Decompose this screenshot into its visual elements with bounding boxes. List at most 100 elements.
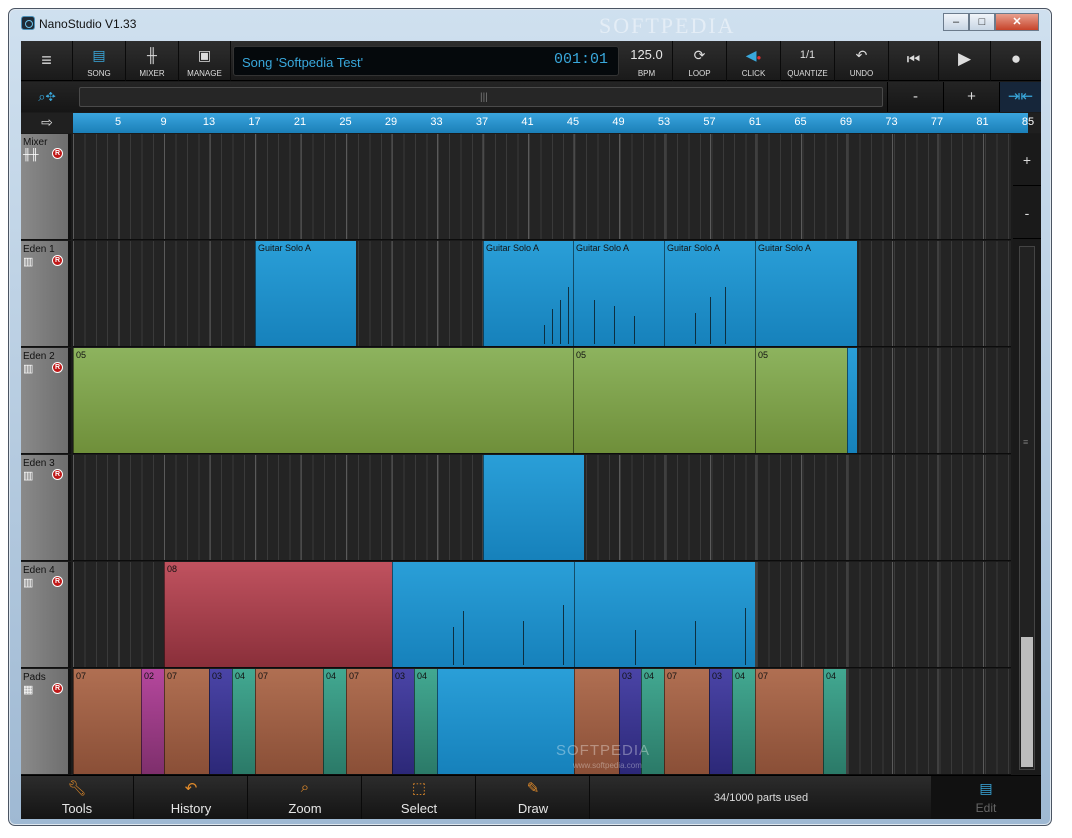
track-header-eden-4[interactable]: Eden 4 ▥ R [21, 562, 71, 668]
lane-mixer[interactable] [73, 134, 1011, 240]
follow-playhead-icon[interactable]: ⇨ [21, 113, 73, 133]
zoom-fit-icon[interactable]: ⌕✥ [21, 82, 73, 112]
lane-pads[interactable]: 07 02 07 03 04 07 04 07 03 04 03 04 07 0… [73, 669, 1011, 775]
part-04[interactable]: 04 [232, 669, 255, 774]
select-button[interactable]: ⬚ Select [363, 776, 476, 819]
record-arm-icon[interactable]: R [52, 148, 63, 159]
part-02[interactable]: 02 [141, 669, 164, 774]
part-07[interactable]: 07 [755, 669, 823, 774]
horizontal-scrollbar[interactable]: ||| [79, 87, 883, 107]
zoom-label: Zoom [288, 801, 322, 816]
note-bars [574, 281, 664, 344]
part-04[interactable]: 04 [414, 669, 437, 774]
timeline-ruler[interactable]: 5 9 13 17 21 25 29 33 37 41 45 49 53 57 61 65 69 73 77 81 85 [73, 113, 1041, 133]
part-selection-edge[interactable] [847, 348, 857, 453]
loop-button[interactable]: ⟳ LOOP [673, 41, 727, 81]
record-arm-icon[interactable]: R [52, 576, 63, 587]
part-03[interactable]: 03 [209, 669, 232, 774]
lane-eden-4[interactable]: 08 [73, 562, 1011, 668]
part-05[interactable]: 05 [73, 348, 573, 453]
lane-eden-1[interactable]: Guitar Solo A Guitar Solo A Guitar Solo … [73, 241, 1011, 347]
skip-back-icon: ⏮ [906, 51, 921, 68]
part-07[interactable]: 07 [73, 669, 141, 774]
manage-button[interactable]: ▣ MANAGE [179, 41, 231, 81]
play-button[interactable]: ▶ [939, 41, 991, 81]
part-pads-blue[interactable] [437, 669, 574, 774]
part-label: 04 [644, 671, 655, 681]
song-display[interactable]: Song 'Softpedia Test' 001:01 [233, 46, 619, 76]
tools-button[interactable]: 🔧︎ Tools [21, 776, 134, 819]
part-guitar-solo-a[interactable]: Guitar Solo A [664, 241, 755, 346]
track-header-mixer[interactable]: Mixer ╫╫ R [21, 134, 71, 240]
quantize-value: 1/1 [799, 49, 816, 61]
part-label: 04 [826, 671, 837, 681]
part-03[interactable]: 03 [392, 669, 414, 774]
song-position: 001:01 [553, 51, 608, 68]
part-07[interactable]: 07 [346, 669, 392, 774]
record-arm-icon[interactable]: R [52, 683, 63, 694]
undo-button[interactable]: ↶ UNDO [835, 41, 889, 81]
part-04[interactable]: 04 [732, 669, 755, 774]
part-05[interactable]: 05 [573, 348, 755, 453]
part-label: 04 [417, 671, 428, 681]
loop-range-icon[interactable]: ⇥⇤ [999, 82, 1041, 112]
part-guitar-solo-a[interactable]: Guitar Solo A [755, 241, 857, 346]
hamburger-icon: ≡ [41, 50, 52, 70]
record-arm-icon[interactable]: R [52, 255, 63, 266]
vertical-scrollbar[interactable]: ≡ [1019, 246, 1035, 770]
part-eden-3[interactable] [483, 455, 584, 560]
part-08[interactable]: 08 [164, 562, 392, 667]
close-button[interactable]: ✕ [995, 13, 1039, 31]
track-header-eden-1[interactable]: Eden 1 ▥ R [21, 241, 71, 347]
vertical-scroll-thumb[interactable] [1021, 637, 1033, 767]
mixer-button[interactable]: ╫ MIXER [126, 41, 179, 81]
song-button[interactable]: ▤ SONG [73, 41, 126, 81]
part-guitar-solo-a[interactable]: Guitar Solo A [255, 241, 356, 346]
track-height-increase-button[interactable]: + [1013, 134, 1041, 186]
maximize-button[interactable]: □ [969, 13, 995, 31]
title-bar: NanoStudio V1.33 SOFTPEDIA – □ ✕ [9, 9, 1051, 38]
select-label: Select [400, 801, 438, 816]
zoom-in-button[interactable]: + [943, 82, 999, 112]
part-guitar-solo-a[interactable]: Guitar Solo A [573, 241, 664, 346]
part-04[interactable]: 04 [323, 669, 346, 774]
part-03[interactable]: 03 [709, 669, 732, 774]
record-button[interactable]: ● [991, 41, 1041, 81]
record-arm-icon[interactable]: R [52, 469, 63, 480]
edit-label: Edit [975, 801, 997, 815]
part-label: 03 [395, 671, 406, 681]
rewind-button[interactable]: ⏮ [889, 41, 939, 81]
edit-button[interactable]: ▤ Edit [931, 776, 1041, 819]
track-header-pads[interactable]: Pads ▦ R [21, 669, 71, 775]
part-07[interactable]: 07 [664, 669, 709, 774]
part-07[interactable]: 07 [255, 669, 323, 774]
part-label: 05 [76, 350, 87, 360]
history-button[interactable]: ↶ History [135, 776, 248, 819]
menu-button[interactable]: ≡ [21, 41, 73, 81]
quantize-button[interactable]: 1/1 QUANTIZE [781, 41, 835, 81]
track-header-eden-2[interactable]: Eden 2 ▥ R [21, 348, 71, 454]
ruler-tick: 33 [430, 116, 443, 128]
track-header-eden-3[interactable]: Eden 3 ▥ R [21, 455, 71, 561]
part-05[interactable]: 05 [755, 348, 847, 453]
history-icon: ↶ [184, 780, 198, 797]
draw-button[interactable]: ✎ Draw [477, 776, 590, 819]
mixer-sliders-icon: ╫ [147, 47, 157, 63]
part-eden-4-blue[interactable] [392, 562, 574, 667]
part-07[interactable]: 07 [164, 669, 209, 774]
zoom-out-button[interactable]: - [887, 82, 943, 112]
bpm-control[interactable]: 125.0 BPM [621, 41, 673, 81]
lane-eden-2[interactable]: 05 05 05 [73, 348, 1011, 454]
part-04[interactable]: 04 [823, 669, 846, 774]
zoom-button[interactable]: ⌕ Zoom [249, 776, 362, 819]
part-label: 08 [167, 564, 178, 574]
part-guitar-solo-a[interactable]: Guitar Solo A [483, 241, 573, 346]
track-height-decrease-button[interactable]: - [1013, 187, 1041, 239]
lane-eden-3[interactable] [73, 455, 1011, 561]
click-button[interactable]: ◀● CLICK [727, 41, 781, 81]
record-arm-icon[interactable]: R [52, 362, 63, 373]
minimize-button[interactable]: – [943, 13, 969, 31]
part-eden-4-blue[interactable] [574, 562, 755, 667]
part-label: Guitar Solo A [758, 243, 812, 253]
ruler-tick: 81 [976, 116, 989, 128]
